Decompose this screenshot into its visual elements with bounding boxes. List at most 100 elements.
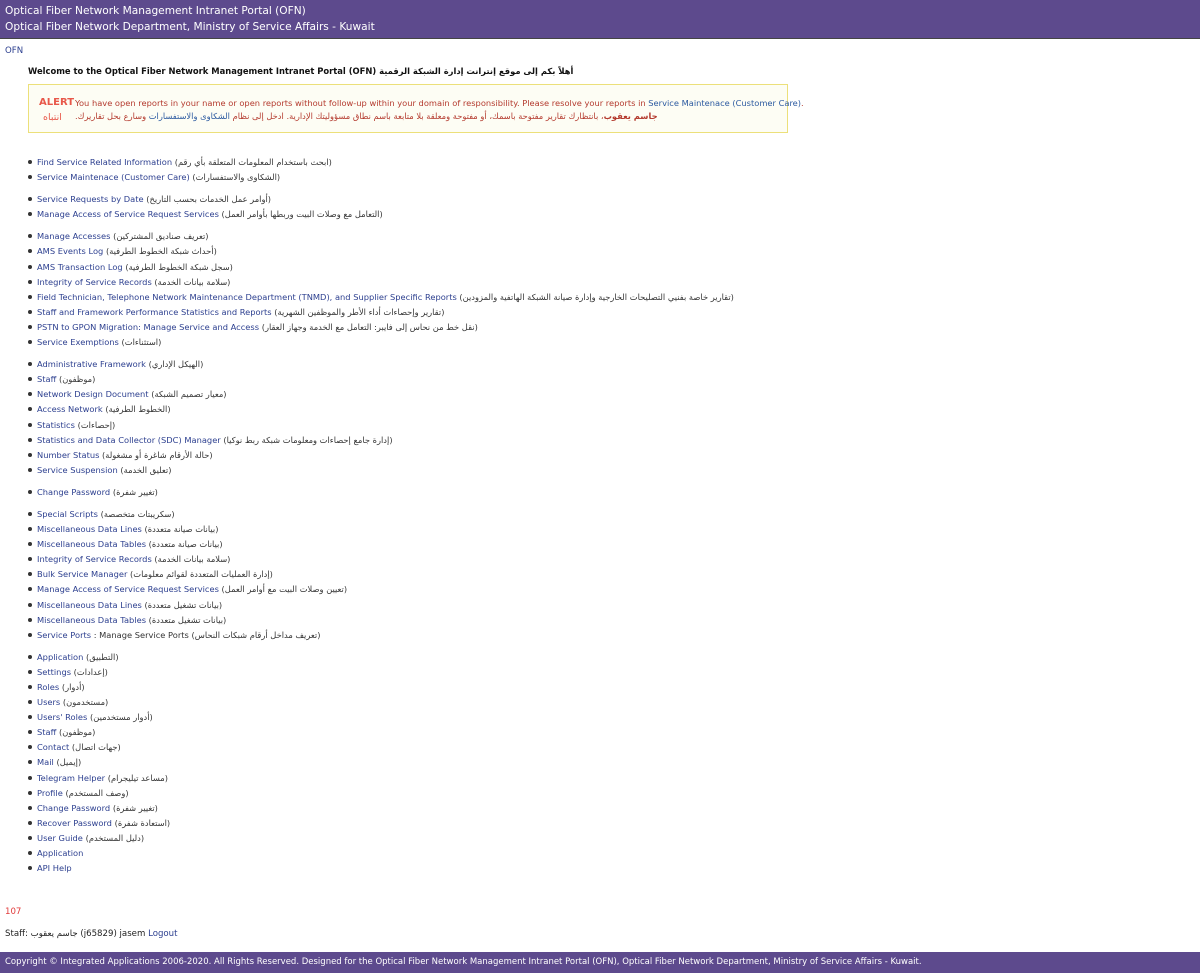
- menu-link[interactable]: Users' Roles: [37, 712, 87, 722]
- menu-item-arabic-label: (مساعد تيليجرام): [107, 772, 168, 783]
- menu-item-arabic-label: (أوامر عمل الخدمات بحسب التاريخ): [146, 194, 272, 205]
- portal-title: Optical Fiber Network Management Intrane…: [5, 5, 306, 17]
- menu-link[interactable]: AMS Transaction Log: [37, 262, 123, 272]
- menu-item-arabic-label: (الهيكل الإداري): [148, 359, 204, 370]
- alert-box: ALERT انتباه You have open reports in yo…: [28, 84, 804, 133]
- menu-link[interactable]: Integrity of Service Records: [37, 554, 152, 564]
- menu-link[interactable]: PSTN to GPON Migration: Manage Service a…: [37, 322, 259, 332]
- menu-item-arabic-label: : Manage Service Ports (تعريف مداخل أرقا…: [93, 629, 321, 640]
- alert-service-maintenance-link[interactable]: Service Maintenace (Customer Care): [648, 98, 801, 108]
- alert-message-arabic: جاسم يعقوب، بانتظارك تقارير مفتوحة باسمك…: [75, 111, 658, 121]
- main-menu-list: Find Service Related Information (ابحث ب…: [28, 156, 734, 877]
- menu-item: Mail (إيميل): [28, 756, 734, 771]
- menu-link[interactable]: Recover Password: [37, 818, 112, 828]
- menu-link[interactable]: Mail: [37, 757, 54, 767]
- menu-item-arabic-label: (إدارة جامع إحصاءات ومعلومات شبكة ربط نو…: [223, 434, 393, 445]
- menu-link[interactable]: AMS Events Log: [37, 246, 103, 256]
- menu-item: Special Scripts (سكريبتات متخصصة): [28, 508, 734, 523]
- menu-item: Bulk Service Manager (إدارة العمليات الم…: [28, 568, 734, 583]
- menu-item-arabic-label: (سلامة بيانات الخدمة): [154, 276, 231, 287]
- menu-item-arabic-label: (موظفون): [58, 374, 96, 385]
- menu-link[interactable]: Staff: [37, 727, 56, 737]
- menu-link[interactable]: Service Ports: [37, 630, 91, 640]
- logout-link[interactable]: Logout: [148, 929, 177, 939]
- menu-link[interactable]: Service Maintenace (Customer Care): [37, 172, 190, 182]
- menu-link[interactable]: Find Service Related Information: [37, 157, 172, 167]
- menu-item-arabic-label: (موظفون): [58, 727, 96, 738]
- menu-item-arabic-label: (إيميل): [56, 757, 82, 768]
- menu-link[interactable]: Telegram Helper: [37, 773, 105, 783]
- menu-link[interactable]: Bulk Service Manager: [37, 569, 127, 579]
- menu-link[interactable]: Manage Accesses: [37, 231, 110, 241]
- menu-link[interactable]: Integrity of Service Records: [37, 277, 152, 287]
- menu-link[interactable]: Administrative Framework: [37, 359, 146, 369]
- menu-item: Application: [28, 847, 734, 862]
- menu-item: Miscellaneous Data Lines (بيانات تشغيل م…: [28, 599, 734, 614]
- menu-link[interactable]: Manage Access of Service Request Service…: [37, 584, 219, 594]
- menu-link[interactable]: Number Status: [37, 450, 99, 460]
- menu-link[interactable]: Miscellaneous Data Tables: [37, 615, 146, 625]
- menu-item-arabic-label: (سكريبتات متخصصة): [100, 508, 175, 519]
- menu-item: Service Exemptions (استثناءات): [28, 336, 734, 351]
- menu-link[interactable]: Staff: [37, 374, 56, 384]
- menu-item: Administrative Framework (الهيكل الإداري…: [28, 358, 734, 373]
- menu-item: Staff (موظفون): [28, 726, 734, 741]
- menu-item-arabic-label: (إدارة العمليات المتعددة لقوائم معلومات): [130, 569, 273, 580]
- menu-link[interactable]: Statistics and Data Collector (SDC) Mana…: [37, 435, 221, 445]
- menu-link[interactable]: Statistics: [37, 420, 75, 430]
- menu-link[interactable]: Change Password: [37, 803, 110, 813]
- alert-label: ALERT: [39, 97, 75, 108]
- menu-link[interactable]: Service Exemptions: [37, 337, 119, 347]
- menu-item-arabic-label: (استثناءات): [121, 337, 162, 348]
- menu-item: Find Service Related Information (ابحث ب…: [28, 156, 734, 171]
- menu-link[interactable]: API Help: [37, 863, 72, 873]
- menu-item: Integrity of Service Records (سلامة بيان…: [28, 276, 734, 291]
- alert-english-end: .: [801, 98, 804, 108]
- menu-link[interactable]: Settings: [37, 667, 71, 677]
- menu-link[interactable]: Field Technician, Telephone Network Main…: [37, 292, 457, 302]
- menu-link[interactable]: User Guide: [37, 833, 83, 843]
- menu-item: Application (التطبيق): [28, 651, 734, 666]
- menu-item: Staff and Framework Performance Statisti…: [28, 306, 734, 321]
- menu-item-arabic-label: (أدوار مستخدمين): [90, 712, 153, 723]
- menu-link[interactable]: Network Design Document: [37, 389, 149, 399]
- menu-item-arabic-label: (حالة الأرقام شاغرة أو مشغولة): [102, 449, 213, 460]
- menu-link[interactable]: Miscellaneous Data Lines: [37, 524, 142, 534]
- menu-item-arabic-label: (مستخدمون): [62, 697, 109, 708]
- menu-item-arabic-label: (إعدادات): [73, 666, 108, 677]
- menu-item-arabic-label: (استعادة شفرة): [114, 817, 171, 828]
- menu-link[interactable]: Miscellaneous Data Lines: [37, 600, 142, 610]
- menu-item: Change Password (تغيير شفرة): [28, 802, 734, 817]
- menu-link[interactable]: Special Scripts: [37, 509, 98, 519]
- menu-item-arabic-label: (تغيير شفرة): [112, 486, 158, 497]
- menu-link[interactable]: Manage Access of Service Request Service…: [37, 209, 219, 219]
- menu-item: Staff (موظفون): [28, 373, 734, 388]
- alert-arabic-end: وسارع بحل تقاريرك.: [75, 111, 147, 121]
- menu-link[interactable]: Miscellaneous Data Tables: [37, 539, 146, 549]
- menu-link[interactable]: Service Suspension: [37, 465, 118, 475]
- alert-complaints-link[interactable]: الشكاوى والاستفسارات: [149, 111, 230, 121]
- staff-info: Staff: جاسم يعقوب (j65829) jasem Logout: [5, 929, 178, 939]
- alert-message-english: You have open reports in your name or op…: [75, 98, 804, 108]
- menu-link[interactable]: Profile: [37, 788, 63, 798]
- menu-link[interactable]: Change Password: [37, 487, 110, 497]
- page-counter: 107: [5, 907, 22, 917]
- menu-item-arabic-label: (ابحث باستخدام المعلومات المتعلقة بأي رق…: [174, 157, 332, 167]
- menu-link[interactable]: Staff and Framework Performance Statisti…: [37, 307, 272, 317]
- menu-item-arabic-label: (تعيين وصلات البيت مع أوامر العمل): [221, 584, 348, 595]
- menu-item-arabic-label: (سجل شبكة الخطوط الطرفية): [125, 261, 233, 272]
- menu-link[interactable]: Application: [37, 652, 83, 662]
- menu-link[interactable]: Roles: [37, 682, 59, 692]
- alert-label-arabic: انتباه: [43, 112, 62, 123]
- menu-item: PSTN to GPON Migration: Manage Service a…: [28, 321, 734, 336]
- menu-link[interactable]: Service Requests by Date: [37, 194, 144, 204]
- breadcrumb-home-link[interactable]: OFN: [5, 46, 23, 56]
- menu-link[interactable]: Access Network: [37, 404, 103, 414]
- menu-item-arabic-label: (التعامل مع وصلات البيت وربطها بأوامر ال…: [221, 209, 383, 220]
- menu-link[interactable]: Application: [37, 848, 83, 858]
- menu-item: Telegram Helper (مساعد تيليجرام): [28, 772, 734, 787]
- menu-item: Recover Password (استعادة شفرة): [28, 817, 734, 832]
- menu-link[interactable]: Users: [37, 697, 60, 707]
- menu-link[interactable]: Contact: [37, 742, 69, 752]
- staff-identity: Staff: جاسم يعقوب (j65829) jasem: [5, 929, 146, 939]
